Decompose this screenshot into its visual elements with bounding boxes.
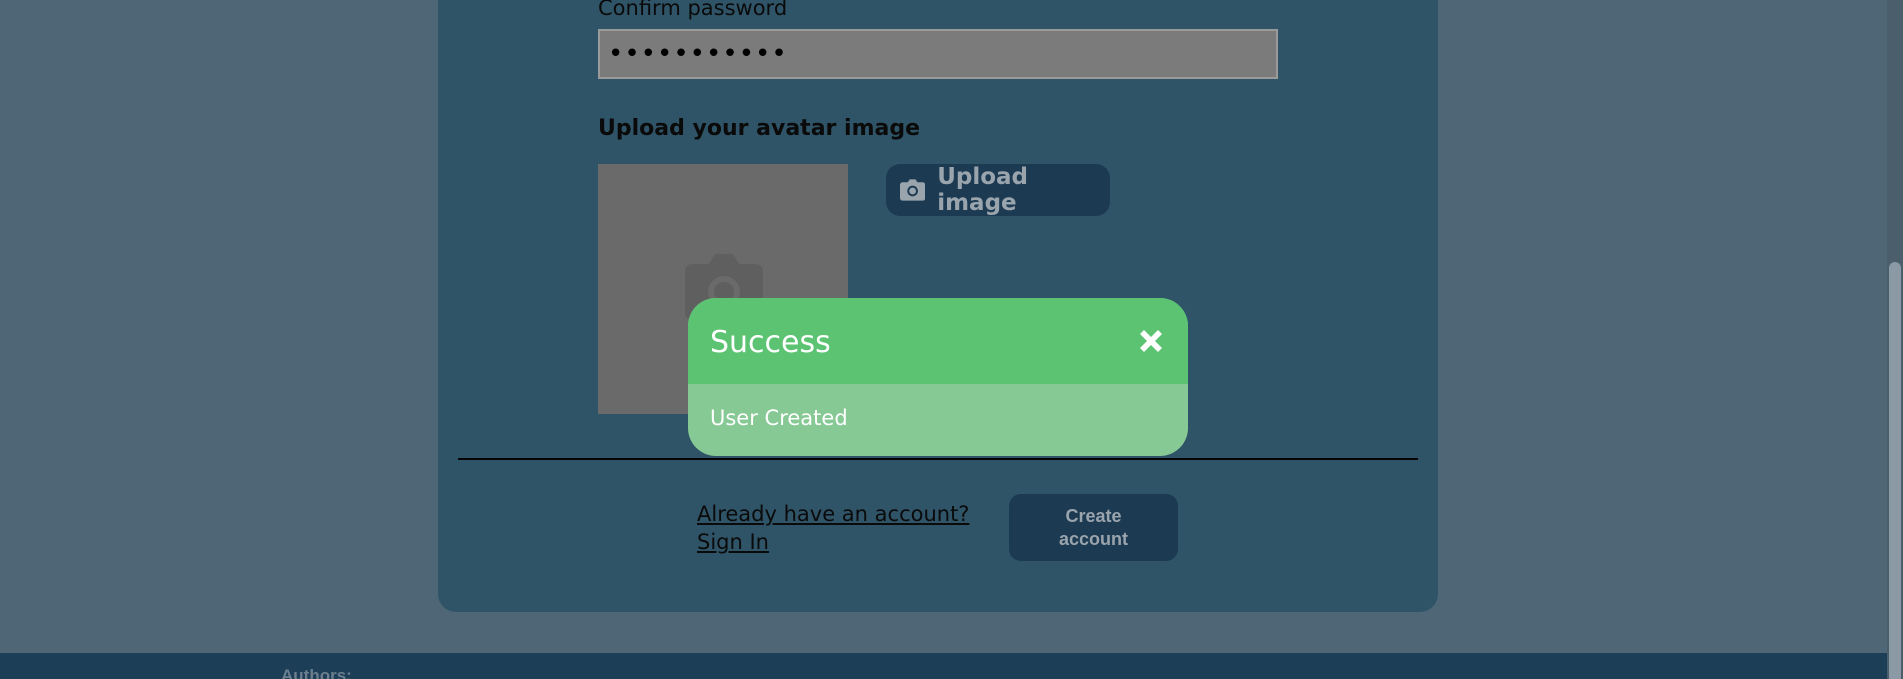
success-modal: Success User Created <box>688 298 1188 456</box>
confirm-password-field[interactable]: ••••••••••• <box>598 29 1278 79</box>
vertical-scrollbar[interactable] <box>1887 0 1903 679</box>
footer: Authors: <box>0 653 1887 679</box>
camera-icon <box>900 179 926 201</box>
footer-authors-label: Authors: <box>281 666 352 679</box>
scrollbar-thumb[interactable] <box>1889 262 1901 679</box>
close-icon[interactable] <box>1136 326 1166 356</box>
upload-image-button[interactable]: Upload image <box>886 164 1110 216</box>
divider <box>458 458 1418 460</box>
avatar-upload-label: Upload your avatar image <box>598 116 921 141</box>
modal-message: User Created <box>710 406 848 430</box>
create-account-button[interactable]: Create account <box>1009 494 1178 561</box>
confirm-password-label: Confirm password <box>598 0 788 20</box>
modal-title: Success <box>710 325 831 360</box>
sign-in-link[interactable]: Already have an account? Sign In <box>697 500 997 556</box>
page-background: Confirm password ••••••••••• Upload your… <box>0 0 1887 679</box>
upload-image-label: Upload image <box>937 164 1029 216</box>
modal-header: Success <box>688 298 1188 384</box>
create-account-label: Create account <box>1058 505 1128 549</box>
